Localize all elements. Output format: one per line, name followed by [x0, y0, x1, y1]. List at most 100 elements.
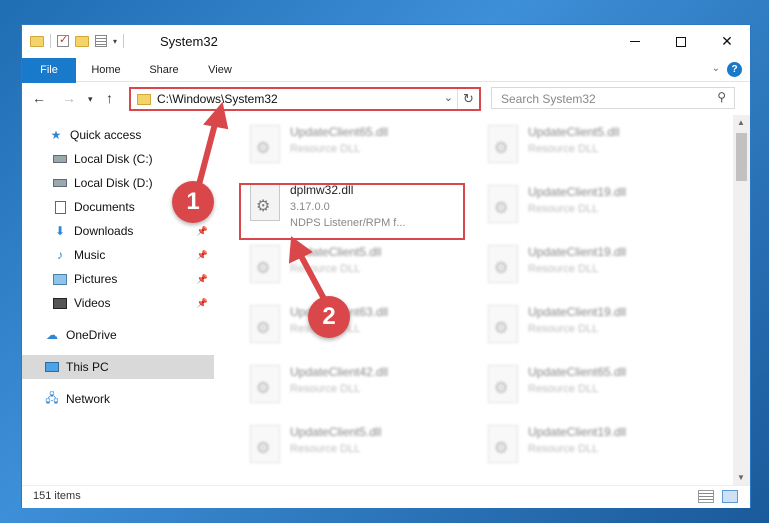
recent-locations-icon[interactable]: ▾ [88, 94, 93, 105]
dll-file-icon [250, 365, 280, 403]
tab-share[interactable]: Share [140, 58, 188, 82]
file-item[interactable]: UpdateClient5.dll Resource DLL [242, 241, 472, 297]
divider [50, 34, 51, 48]
new-folder-icon[interactable] [75, 35, 89, 47]
properties-check-icon[interactable] [57, 33, 69, 47]
back-arrow-icon[interactable]: ← [32, 90, 46, 106]
chevron-down-icon[interactable]: ▾ [113, 37, 117, 46]
up-arrow-icon[interactable]: ↑ [106, 90, 113, 106]
sidebar-item-label: Pictures [74, 272, 118, 286]
refresh-icon[interactable]: ↻ [457, 89, 479, 109]
status-bar: 151 items [22, 485, 750, 508]
file-description: Resource DLL [528, 143, 599, 155]
pictures-icon [52, 272, 68, 286]
sidebar-item-onedrive[interactable]: ☁ OneDrive [22, 323, 214, 347]
step-badge-2: 2 [308, 296, 350, 338]
minimize-button[interactable] [612, 25, 658, 58]
documents-icon [52, 200, 68, 214]
search-icon[interactable]: ⚲ [717, 90, 726, 104]
file-list: UpdateClient65.dll Resource DLL UpdateCl… [214, 115, 734, 485]
forward-arrow-icon[interactable]: → [62, 90, 76, 106]
sidebar-item-label: Network [66, 392, 111, 406]
file-item[interactable]: UpdateClient65.dll Resource DLL [242, 121, 472, 177]
dll-file-icon [488, 305, 518, 343]
star-icon: ★ [50, 128, 62, 142]
file-item[interactable]: UpdateClient19.dll Resource DLL [480, 241, 710, 297]
dll-file-icon [488, 125, 518, 163]
scroll-down-icon[interactable]: ▼ [737, 473, 745, 482]
sidebar-item-quick-access[interactable]: ★ Quick access [22, 123, 214, 147]
address-path[interactable]: C:\Windows\System32 [157, 92, 278, 106]
drive-icon [52, 176, 68, 190]
tab-view[interactable]: View [196, 58, 244, 82]
expand-ribbon-icon[interactable]: ⌄ [712, 63, 720, 74]
file-name: UpdateClient19.dll [528, 425, 627, 439]
pin-icon[interactable]: 📌 [197, 250, 208, 261]
pin-icon[interactable]: 📌 [197, 298, 208, 309]
file-item[interactable]: UpdateClient65.dll Resource DLL [480, 361, 710, 417]
dll-file-icon [488, 365, 518, 403]
address-bar[interactable]: C:\Windows\System32 ⌄ ↻ [129, 87, 481, 111]
dll-file-icon [250, 305, 280, 343]
help-icon[interactable]: ? [727, 62, 742, 77]
item-count: 151 items [33, 490, 81, 502]
sidebar-item-local-disk-c[interactable]: Local Disk (C:) [22, 147, 214, 171]
sidebar-item-videos[interactable]: Videos 📌 [22, 291, 214, 315]
network-icon: 🖧 [45, 390, 59, 405]
navigation-bar: ← → ▾ ↑ C:\Windows\System32 ⌄ ↻ Search S… [22, 83, 750, 115]
file-item[interactable]: UpdateClient19.dll Resource DLL [480, 421, 710, 477]
sidebar-item-label: Quick access [70, 128, 142, 142]
search-input[interactable]: Search System32 ⚲ [491, 87, 735, 109]
file-name: UpdateClient42.dll [290, 365, 389, 379]
navigation-pane: ★ Quick access Local Disk (C:) Local Dis… [22, 115, 214, 485]
file-item[interactable]: UpdateClient5.dll Resource DLL [480, 121, 710, 177]
download-icon: ⬇ [54, 224, 66, 238]
file-description: Resource DLL [290, 443, 361, 455]
file-item[interactable]: UpdateClient63.dll Resource DLL [242, 301, 472, 357]
drive-icon [52, 152, 68, 166]
tiles-view-icon[interactable] [722, 490, 738, 503]
dll-file-icon [250, 245, 280, 283]
file-name: UpdateClient65.dll [290, 125, 389, 139]
pin-icon[interactable]: 📌 [197, 226, 208, 237]
file-name: UpdateClient5.dll [528, 125, 620, 139]
sidebar-item-label: Documents [74, 200, 135, 214]
close-button[interactable]: ✕ [704, 25, 750, 58]
search-placeholder: Search System32 [501, 92, 596, 106]
vertical-scrollbar[interactable]: ▲ ▼ [733, 115, 750, 485]
file-description: Resource DLL [528, 323, 599, 335]
sidebar-item-label: Local Disk (C:) [74, 152, 153, 166]
file-description: Resource DLL [528, 443, 599, 455]
scroll-thumb[interactable] [736, 133, 747, 181]
videos-icon [52, 296, 68, 310]
details-view-icon[interactable] [698, 490, 714, 503]
maximize-button[interactable] [658, 25, 704, 58]
file-item[interactable]: UpdateClient19.dll Resource DLL [480, 301, 710, 357]
file-name: UpdateClient5.dll [290, 245, 382, 259]
file-item[interactable]: UpdateClient19.dll Resource DLL [480, 181, 710, 237]
sidebar-item-downloads[interactable]: ⬇ Downloads 📌 [22, 219, 214, 243]
sidebar-item-this-pc[interactable]: This PC [22, 355, 214, 379]
sidebar-item-network[interactable]: 🖧 Network [22, 387, 214, 411]
minimize-icon [630, 41, 640, 42]
dll-file-icon [250, 425, 280, 463]
computer-icon [44, 360, 60, 374]
sidebar-item-label: This PC [66, 360, 109, 374]
close-icon: ✕ [721, 33, 733, 49]
tab-home[interactable]: Home [82, 58, 130, 82]
folder-icon[interactable] [30, 35, 44, 47]
scroll-up-icon[interactable]: ▲ [737, 118, 745, 127]
title-bar: ▾ System32 ✕ [22, 25, 750, 58]
step-badge-1: 1 [172, 181, 214, 223]
properties-icon[interactable] [95, 35, 107, 47]
file-description: Resource DLL [290, 263, 361, 275]
pin-icon[interactable]: 📌 [197, 274, 208, 285]
sidebar-item-pictures[interactable]: Pictures 📌 [22, 267, 214, 291]
chevron-down-icon[interactable]: ⌄ [444, 91, 453, 104]
file-item[interactable]: UpdateClient42.dll Resource DLL [242, 361, 472, 417]
file-name: UpdateClient65.dll [528, 365, 627, 379]
explorer-window: ▾ System32 ✕ File Home Share View ⌄ ? ← … [21, 24, 751, 508]
file-item[interactable]: UpdateClient5.dll Resource DLL [242, 421, 472, 477]
sidebar-item-music[interactable]: ♪ Music 📌 [22, 243, 214, 267]
cloud-icon: ☁ [46, 328, 58, 342]
